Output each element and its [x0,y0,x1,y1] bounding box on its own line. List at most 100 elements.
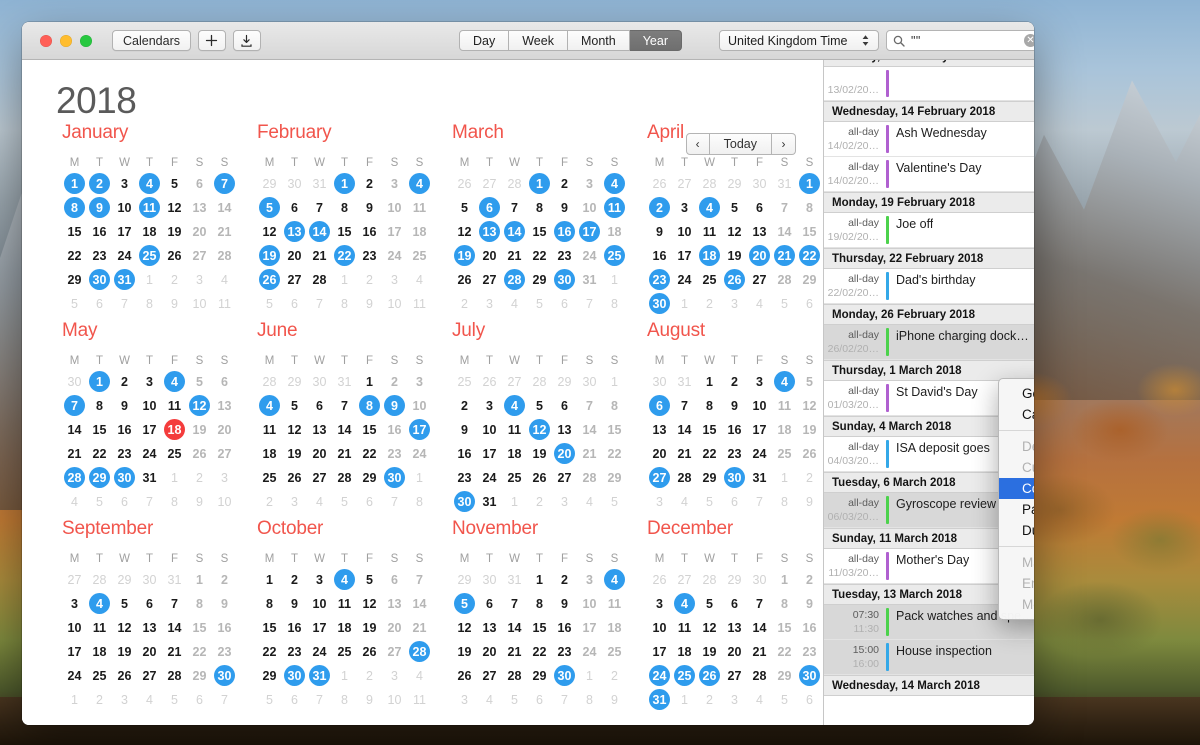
day-cell[interactable]: 22 [527,244,552,267]
day-cell[interactable]: 1 [502,490,527,513]
day-cell[interactable]: 26 [452,268,477,291]
day-cell[interactable]: 6 [187,172,212,195]
day-cell[interactable]: 24 [672,268,697,291]
day-cell[interactable]: 13 [647,418,672,441]
day-cell[interactable]: 2 [382,370,407,393]
day-cell[interactable]: 28 [577,466,602,489]
day-cell[interactable]: 18 [407,220,432,243]
day-cell[interactable]: 20 [477,640,502,663]
day-cell[interactable]: 12 [722,220,747,243]
day-cell[interactable]: 8 [332,688,357,711]
day-cell[interactable]: 2 [87,688,112,711]
day-cell[interactable]: 27 [477,664,502,687]
day-cell[interactable]: 29 [187,664,212,687]
day-cell[interactable]: 26 [187,442,212,465]
day-cell[interactable]: 27 [307,466,332,489]
day-cell[interactable]: 9 [647,220,672,243]
day-cell[interactable]: 5 [62,292,87,315]
day-cell[interactable]: 3 [282,490,307,513]
day-cell[interactable]: 22 [527,640,552,663]
day-cell[interactable]: 3 [112,172,137,195]
day-cell[interactable]: 23 [112,442,137,465]
day-cell[interactable]: 8 [772,592,797,615]
day-cell[interactable]: 11 [87,616,112,639]
day-cell[interactable]: 1 [527,568,552,591]
day-cell[interactable]: 28 [502,268,527,291]
day-cell[interactable]: 19 [357,616,382,639]
day-cell[interactable]: 10 [212,490,237,513]
day-cell[interactable]: 14 [747,616,772,639]
day-cell[interactable]: 24 [747,442,772,465]
day-cell[interactable]: 11 [162,394,187,417]
day-cell[interactable]: 24 [382,244,407,267]
day-cell[interactable]: 22 [257,640,282,663]
day-cell[interactable]: 9 [552,592,577,615]
day-cell[interactable]: 19 [452,244,477,267]
day-cell[interactable]: 19 [797,418,822,441]
menu-item-paste[interactable]: Paste [999,499,1034,520]
day-cell[interactable]: 26 [477,370,502,393]
day-cell[interactable]: 2 [647,196,672,219]
day-cell[interactable]: 9 [552,196,577,219]
day-cell[interactable]: 7 [577,292,602,315]
search-field[interactable]: "" ✕ [886,30,1034,51]
day-cell[interactable]: 5 [357,568,382,591]
day-cell[interactable]: 4 [407,664,432,687]
day-cell[interactable]: 28 [772,268,797,291]
month-title[interactable]: June [257,320,452,342]
day-cell[interactable]: 8 [577,688,602,711]
day-cell[interactable]: 1 [187,568,212,591]
day-cell[interactable]: 18 [87,640,112,663]
day-cell[interactable]: 10 [382,196,407,219]
day-cell[interactable]: 8 [257,592,282,615]
day-cell[interactable]: 28 [502,172,527,195]
day-cell[interactable]: 7 [747,490,772,513]
day-cell[interactable]: 22 [62,244,87,267]
day-cell[interactable]: 28 [527,370,552,393]
day-cell[interactable]: 18 [697,244,722,267]
day-cell[interactable]: 29 [87,466,112,489]
day-cell[interactable]: 22 [332,244,357,267]
day-cell[interactable]: 22 [772,640,797,663]
day-cell[interactable]: 11 [602,196,627,219]
day-cell[interactable]: 28 [697,568,722,591]
day-cell[interactable]: 13 [477,616,502,639]
day-cell[interactable]: 9 [797,490,822,513]
day-cell[interactable]: 23 [357,244,382,267]
day-cell[interactable]: 29 [527,268,552,291]
day-cell[interactable]: 9 [357,292,382,315]
day-cell[interactable]: 15 [62,220,87,243]
day-cell[interactable]: 27 [282,268,307,291]
day-cell[interactable]: 15 [527,616,552,639]
day-cell[interactable]: 12 [357,592,382,615]
day-cell[interactable]: 12 [452,616,477,639]
day-cell[interactable]: 17 [307,616,332,639]
day-cell[interactable]: 24 [647,664,672,687]
day-cell[interactable]: 5 [502,688,527,711]
day-cell[interactable]: 16 [382,418,407,441]
day-cell[interactable]: 4 [137,172,162,195]
day-cell[interactable]: 27 [477,268,502,291]
day-cell[interactable]: 6 [307,394,332,417]
day-cell[interactable]: 3 [407,370,432,393]
day-cell[interactable]: 2 [797,466,822,489]
day-cell[interactable]: 18 [602,220,627,243]
day-cell[interactable]: 25 [772,442,797,465]
day-cell[interactable]: 21 [307,244,332,267]
day-cell[interactable]: 13 [137,616,162,639]
day-cell[interactable]: 18 [672,640,697,663]
event-row[interactable]: all-day22/02/20…Dad's birthday [824,269,1034,304]
day-cell[interactable]: 15 [87,418,112,441]
day-cell[interactable]: 20 [382,616,407,639]
day-cell[interactable]: 7 [212,688,237,711]
day-cell[interactable]: 6 [87,292,112,315]
day-cell[interactable]: 2 [452,292,477,315]
import-button[interactable] [233,30,261,51]
menu-item-duplicate[interactable]: Duplicate [999,520,1034,541]
day-cell[interactable]: 18 [772,418,797,441]
day-cell[interactable]: 24 [407,442,432,465]
day-cell[interactable]: 29 [772,664,797,687]
day-cell[interactable]: 7 [747,592,772,615]
day-cell[interactable]: 2 [797,568,822,591]
day-cell[interactable]: 7 [502,196,527,219]
